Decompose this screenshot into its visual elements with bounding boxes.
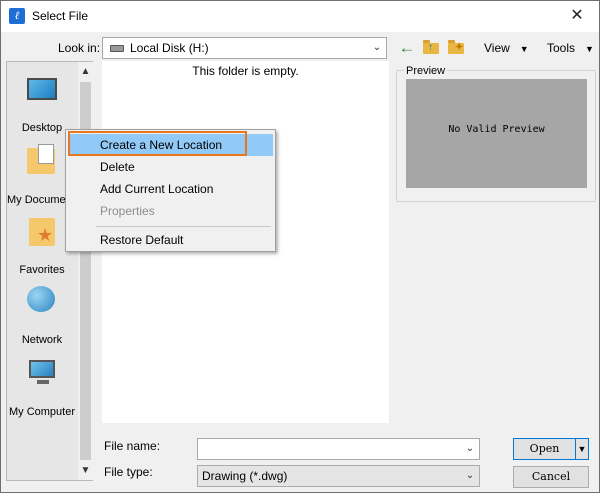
disk-drive-icon (110, 45, 124, 52)
tools-menu-label: Tools (547, 41, 576, 55)
tools-menu[interactable]: Tools ▼ (547, 41, 594, 55)
places-sidebar: Desktop My Documents ★ Favorites Network… (6, 61, 93, 481)
place-label: My Computer (8, 406, 76, 418)
caret-down-icon: ▼ (577, 444, 587, 454)
open-button[interactable]: Open (513, 438, 576, 460)
chevron-down-icon: ⌄ (372, 42, 382, 53)
place-desktop[interactable]: Desktop (7, 68, 77, 134)
menu-item-create-new-location[interactable]: Create a New Location (68, 134, 273, 156)
file-type-dropdown[interactable]: Drawing (*.dwg) ⌄ (197, 465, 480, 487)
my-computer-icon (29, 360, 55, 378)
file-type-value: Drawing (*.dwg) (202, 469, 288, 483)
look-in-value: Local Disk (H:) (130, 41, 209, 55)
view-menu-label: View (484, 41, 510, 55)
up-one-level-icon[interactable]: ↑ (421, 39, 441, 57)
menu-separator (96, 226, 271, 227)
places-scrollbar[interactable]: ▲ ▼ (78, 62, 93, 480)
scroll-down-icon[interactable]: ▼ (78, 463, 93, 478)
place-network[interactable]: Network (7, 280, 77, 346)
title-bar: ℓ Select File ✕ (1, 1, 599, 32)
window-title: Select File (32, 9, 89, 23)
app-logo-icon: ℓ (9, 8, 25, 24)
back-arrow-icon[interactable]: ← (397, 39, 417, 57)
desktop-icon (27, 78, 57, 100)
place-label: Favorites (19, 264, 65, 276)
star-icon: ★ (37, 225, 54, 245)
tools-caret-icon: ▼ (585, 44, 594, 54)
place-label: Network (21, 334, 63, 346)
computer-stand-icon (37, 380, 49, 384)
view-menu[interactable]: View ▼ (484, 41, 529, 55)
preview-label: Preview (404, 65, 448, 77)
look-in-dropdown[interactable]: Local Disk (H:) ⌄ (102, 37, 387, 59)
places-context-menu: Create a New Location Delete Add Current… (65, 129, 276, 252)
chevron-down-icon: ⌄ (465, 470, 475, 481)
menu-item-properties: Properties (100, 204, 155, 218)
place-my-computer[interactable]: My Computer (7, 352, 77, 418)
menu-item-delete[interactable]: Delete (68, 156, 273, 178)
open-options-dropdown[interactable]: ▼ (575, 438, 589, 460)
scroll-up-icon[interactable]: ▲ (78, 64, 93, 79)
empty-folder-message: This folder is empty. (192, 64, 299, 78)
chevron-down-icon[interactable]: ⌄ (464, 442, 476, 456)
new-folder-icon[interactable]: ✦ (446, 39, 466, 57)
close-button[interactable]: ✕ (555, 1, 599, 32)
menu-item-restore-default[interactable]: Restore Default (68, 229, 273, 251)
look-in-label: Look in: (58, 41, 101, 55)
preview-message: No Valid Preview (448, 124, 545, 135)
select-file-dialog: ℓ Select File ✕ Look in: Local Disk (H:)… (0, 0, 600, 493)
close-icon: ✕ (570, 7, 584, 24)
file-name-label: File name: (104, 439, 161, 453)
menu-item-add-current-location[interactable]: Add Current Location (68, 178, 273, 200)
file-name-input[interactable]: ⌄ (197, 438, 480, 460)
preview-area: No Valid Preview (406, 79, 587, 188)
network-icon (27, 286, 55, 312)
cancel-button[interactable]: Cancel (513, 466, 589, 488)
document-page-icon (38, 144, 54, 164)
view-caret-icon: ▼ (519, 44, 529, 54)
file-type-label: File type: (104, 465, 153, 479)
